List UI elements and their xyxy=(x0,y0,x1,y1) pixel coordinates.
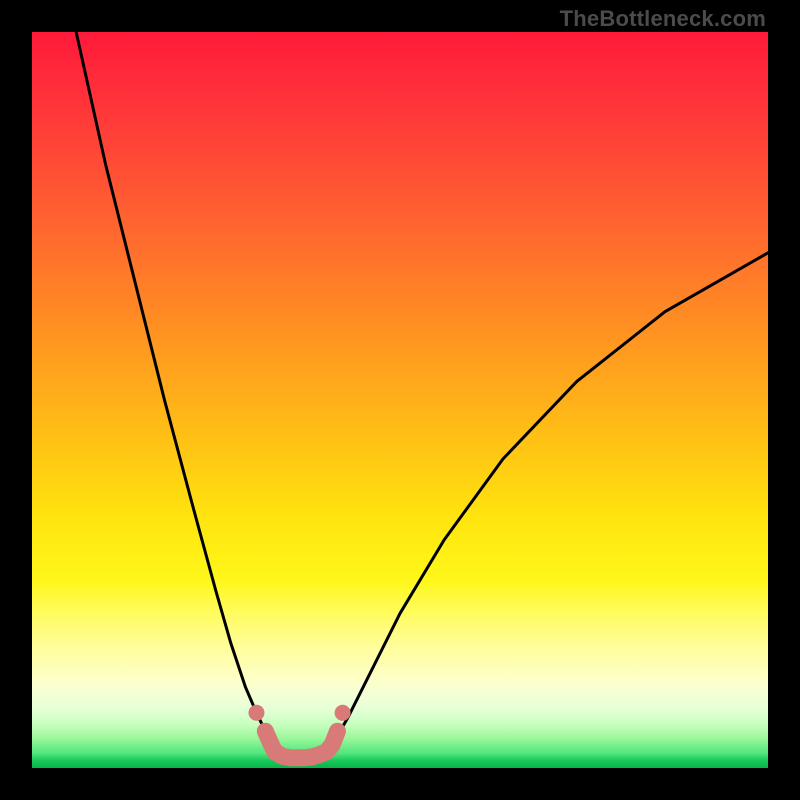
bottleneck-curve xyxy=(76,32,768,758)
curve-layer xyxy=(32,32,768,768)
optimal-range-band xyxy=(265,731,337,758)
chart-frame: TheBottleneck.com xyxy=(0,0,800,800)
marker-dot-0 xyxy=(248,705,264,721)
plot-area xyxy=(32,32,768,768)
marker-dot-1 xyxy=(335,705,351,721)
watermark-text: TheBottleneck.com xyxy=(560,6,766,32)
